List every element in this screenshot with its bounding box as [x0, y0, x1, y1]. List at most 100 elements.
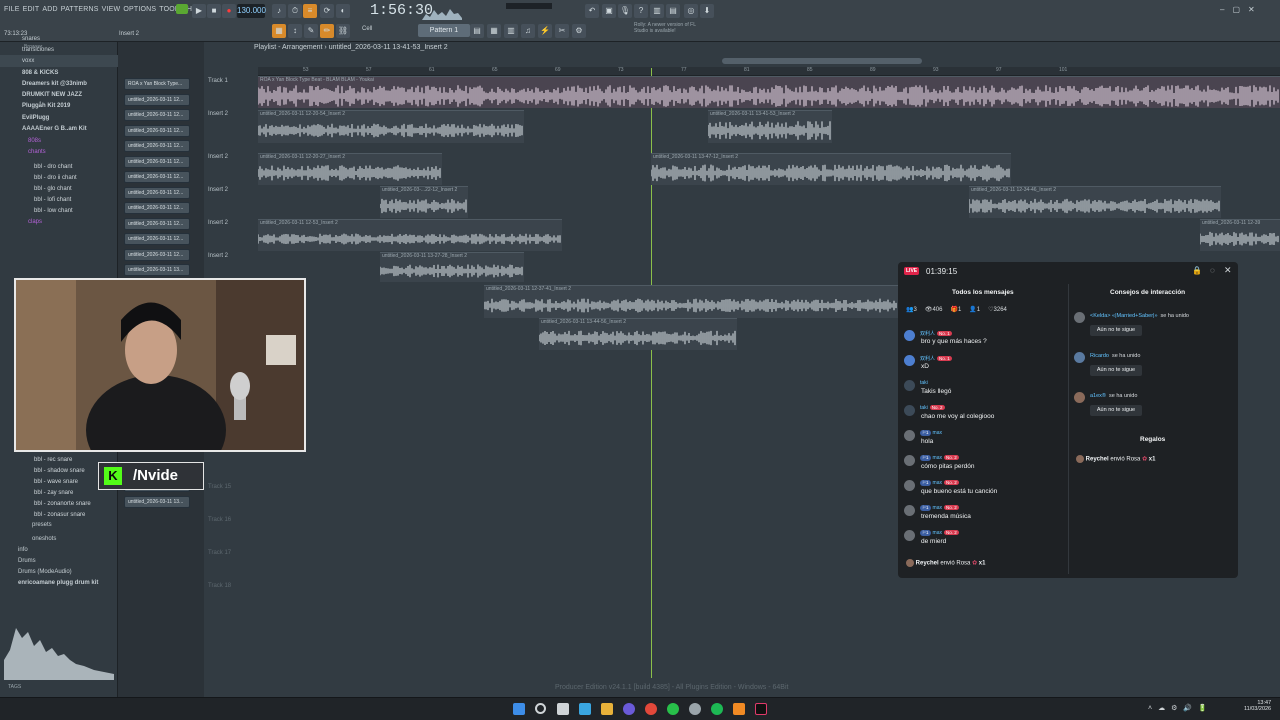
- help-icon[interactable]: ?: [634, 4, 648, 18]
- window-controls[interactable]: –▢✕: [1220, 5, 1263, 14]
- copilot-icon[interactable]: [579, 703, 591, 715]
- track-header[interactable]: Insert 2: [208, 154, 228, 160]
- tempo-display[interactable]: 130.000: [237, 4, 266, 18]
- browser-item[interactable]: info: [0, 545, 118, 555]
- audio-clip[interactable]: untitled_2026-03-11 12-20-54_Insert 2: [258, 110, 524, 143]
- menu-file[interactable]: FILE: [4, 6, 20, 13]
- file-explorer-icon[interactable]: [601, 703, 613, 715]
- metronome-icon[interactable]: ♪: [272, 4, 286, 18]
- audio-clip[interactable]: untitled_2026-03-11 13-47-12_Insert 2: [651, 153, 1011, 185]
- pin-icon[interactable]: ◌: [1210, 266, 1215, 275]
- audio-clip[interactable]: ROA x Yan Block Type Beat - BLAM BLAM - …: [258, 76, 1280, 108]
- audio-clip[interactable]: untitled_2026-03-11 12-37-41_Insert 2: [484, 285, 898, 318]
- paint-icon[interactable]: ✎: [304, 24, 318, 38]
- chat-username[interactable]: taki No. 2: [920, 405, 945, 411]
- chat-username[interactable]: ⚐1 max No. 2: [920, 530, 959, 536]
- chat-username[interactable]: 双利人 No. 1: [920, 330, 952, 337]
- tray-icons[interactable]: ˄☁⚙🔊🔋: [1148, 704, 1213, 712]
- track-header[interactable]: Track 1: [208, 78, 228, 84]
- audio-clip[interactable]: untitled_2026-03-11 13-27-28_Insert 2: [380, 252, 524, 282]
- audio-clip[interactable]: untitled_2026-03-11 12-39: [1200, 219, 1280, 251]
- menu-edit[interactable]: EDIT: [23, 6, 40, 13]
- playlist-scrollbar[interactable]: [722, 58, 922, 64]
- track-header[interactable]: Track 15: [208, 484, 231, 490]
- slide-icon[interactable]: ↕: [288, 24, 302, 38]
- chat-username[interactable]: ⚐1 max No. 2: [920, 480, 959, 486]
- piano-roll-icon[interactable]: ▤: [666, 4, 680, 18]
- browser-item[interactable]: Drums: [0, 556, 118, 566]
- view-icon[interactable]: ▣: [602, 4, 616, 18]
- chat-username[interactable]: taki: [920, 380, 928, 386]
- channel-button[interactable]: untitled_2026-03-11 12...: [124, 187, 190, 199]
- browser-item[interactable]: Drums (ModeAudio): [0, 567, 118, 577]
- tags-label[interactable]: TAGS: [8, 684, 21, 690]
- browser-item[interactable]: presets: [0, 520, 118, 530]
- pat-song-toggle[interactable]: [176, 4, 188, 14]
- clock[interactable]: 13:47 11/03/2026: [1244, 700, 1271, 712]
- menu-add[interactable]: ADD: [42, 6, 57, 13]
- browser-item[interactable]: chants: [0, 147, 118, 157]
- track-header[interactable]: Track 18: [208, 583, 231, 589]
- fl-studio-icon[interactable]: [733, 703, 745, 715]
- audio-clip[interactable]: untitled_2026-03-11 12-34-46_Insert 2: [969, 186, 1221, 218]
- snap-value[interactable]: Cell: [362, 26, 372, 32]
- browser-item[interactable]: EvilPlugg: [0, 113, 118, 123]
- track-header[interactable]: Insert 2: [208, 187, 228, 193]
- audio-icon[interactable]: ♫: [521, 24, 535, 38]
- browser-item[interactable]: 808s: [0, 136, 118, 146]
- search-icon[interactable]: [535, 703, 546, 714]
- menu-options[interactable]: OPTIONS: [123, 6, 156, 13]
- audio-clip[interactable]: untitled_2026-03-11 12-20-27_Insert 2: [258, 153, 442, 185]
- browser-item[interactable]: Pluggåh Kit 2019: [0, 101, 118, 111]
- channel-button[interactable]: untitled_2026-03-11 12...: [124, 233, 190, 245]
- browser-item[interactable]: DRUMKIT NEW JAZZ: [0, 90, 118, 100]
- task-view-icon[interactable]: [557, 703, 569, 715]
- browser-item[interactable]: bbl - dro chant: [0, 162, 118, 172]
- track-header[interactable]: Track 17: [208, 550, 231, 556]
- chat-username[interactable]: ⚐1 max: [920, 430, 942, 436]
- countdown-icon[interactable]: ≡: [303, 4, 317, 18]
- stop-icon[interactable]: ■: [207, 4, 221, 18]
- browser-item[interactable]: voxx: [0, 56, 118, 66]
- browser-item[interactable]: enricoamane plugg drum kit: [0, 578, 118, 588]
- blend-icon[interactable]: ◐: [336, 4, 350, 18]
- playlist-icon[interactable]: ▤: [470, 24, 484, 38]
- mixer-view-icon[interactable]: ▥: [504, 24, 518, 38]
- discord-icon[interactable]: [623, 703, 635, 715]
- settings-icon[interactable]: ⚙: [572, 24, 586, 38]
- follow-status-button[interactable]: Aún no te sigue: [1090, 325, 1142, 336]
- audio-clip[interactable]: untitled_2026-03-...22-12_Insert 2: [380, 186, 468, 218]
- chat-username[interactable]: ⚐1 max No. 2: [920, 455, 959, 461]
- tools-icon[interactable]: ✂: [555, 24, 569, 38]
- channel-button[interactable]: untitled_2026-03-11 12...: [124, 125, 190, 137]
- record-icon[interactable]: ●: [222, 4, 236, 18]
- plug-icon[interactable]: ⚡: [538, 24, 552, 38]
- join-username[interactable]: Ricardo: [1090, 353, 1109, 359]
- tab-engagement[interactable]: Consejos de interacción: [1110, 289, 1185, 296]
- menu-patterns[interactable]: PATTERNS: [61, 6, 99, 13]
- tiktok-icon[interactable]: [755, 703, 767, 715]
- pattern-selector[interactable]: Pattern 1: [418, 24, 470, 37]
- menu-view[interactable]: VIEW: [102, 6, 121, 13]
- audio-clip[interactable]: untitled_2026-03-11 12-53_Insert 2: [258, 219, 562, 251]
- channel-button[interactable]: untitled_2026-03-11 12...: [124, 249, 190, 261]
- mic-icon[interactable]: 🎙: [618, 4, 632, 18]
- channel-button[interactable]: ROA x Yan Block Type...: [124, 78, 190, 90]
- update-notice[interactable]: Rolly: A newer version of FL Studio is a…: [634, 22, 704, 34]
- browser-item[interactable]: snares: [0, 34, 118, 44]
- whatsapp-icon[interactable]: [667, 703, 679, 715]
- channel-button[interactable]: untitled_2026-03-11 12...: [124, 140, 190, 152]
- channel-button[interactable]: untitled_2026-03-11 12...: [124, 109, 190, 121]
- browser-item[interactable]: bbl - low chant: [0, 206, 118, 216]
- play-icon[interactable]: ▶: [192, 4, 206, 18]
- windows-start-icon[interactable]: [513, 703, 525, 715]
- wait-icon[interactable]: ⏱: [288, 4, 302, 18]
- chrome-icon[interactable]: [645, 703, 657, 715]
- join-username[interactable]: a1ex®: [1090, 393, 1106, 399]
- tab-all-messages[interactable]: Todos los mensajes: [952, 289, 1014, 296]
- channel-rack-icon[interactable]: ▦: [487, 24, 501, 38]
- lock-icon[interactable]: 🔒: [1192, 266, 1202, 275]
- follow-status-button[interactable]: Aún no te sigue: [1090, 405, 1142, 416]
- channel-button[interactable]: untitled_2026-03-11 12...: [124, 156, 190, 168]
- mixer-icon[interactable]: ▥: [650, 4, 664, 18]
